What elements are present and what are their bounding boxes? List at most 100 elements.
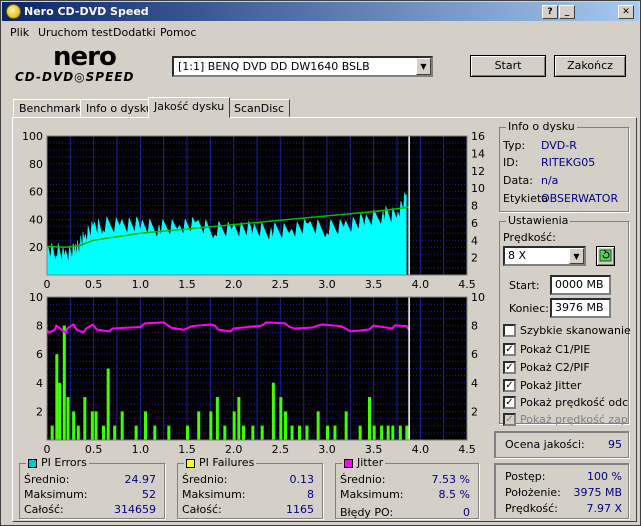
chart-1-bar bbox=[237, 397, 241, 440]
end-field-label: Koniec: bbox=[509, 302, 549, 315]
chart-0-y2-tick-label: 8 bbox=[471, 200, 478, 213]
pi-errors-swatch bbox=[28, 458, 37, 468]
po-errors-value: 0 bbox=[463, 506, 470, 519]
chart-1-x-tick-label: 2.5 bbox=[272, 443, 290, 456]
chart-1-x-tick-label: 3.5 bbox=[365, 443, 383, 456]
jitter-avg-label: Średnio: bbox=[340, 473, 386, 486]
quick-scan-checkbox[interactable] bbox=[503, 324, 516, 337]
tab-info-o-dysku[interactable]: Info o dysku bbox=[80, 99, 159, 117]
chart-1-bar bbox=[90, 411, 94, 440]
chart-1-bar bbox=[76, 425, 80, 440]
logo-subtitle: CD-DVD◎SPEED bbox=[15, 70, 135, 84]
drive-select[interactable]: [1:1] BENQ DVD DD DW1640 BSLB ▼ bbox=[172, 56, 433, 77]
pi-failures-group: PI Failures Średnio: 0.13 Maksimum: 8 Ca… bbox=[177, 456, 323, 519]
title-bar[interactable]: Nero CD-DVD Speed ? _ ✕ bbox=[2, 2, 639, 21]
menu-uruchom-test[interactable]: Uruchom test bbox=[38, 26, 113, 39]
chart-1-bar bbox=[72, 411, 76, 440]
tab-scandisc[interactable]: ScanDisc bbox=[228, 99, 291, 117]
show-c2-pif-checkbox[interactable]: ✓ bbox=[503, 361, 516, 374]
chart-1-bar bbox=[50, 425, 54, 440]
help-icon[interactable]: ? bbox=[542, 5, 558, 19]
chart-1-bar bbox=[106, 368, 110, 440]
disc-id-value: RITEKG05 bbox=[541, 156, 596, 169]
pi-errors-total-value: 314659 bbox=[114, 503, 156, 516]
chart-1-bar bbox=[197, 411, 201, 440]
chart-0-y-tick-label: 40 bbox=[29, 213, 43, 226]
chart-0-y2-tick-label: 10 bbox=[471, 182, 485, 195]
progress-label: Postęp: bbox=[505, 470, 546, 483]
chart-1-bar bbox=[251, 425, 255, 440]
chart-1-y2-tick-label: 2 bbox=[471, 405, 478, 418]
disc-type-value: DVD-R bbox=[541, 139, 577, 152]
pi-failures-avg-label: Średnio: bbox=[182, 473, 228, 486]
end-button[interactable]: Zakończ bbox=[554, 55, 626, 77]
show-jitter-checkbox[interactable]: ✓ bbox=[503, 379, 516, 392]
disc-date-label: Data: bbox=[503, 174, 533, 187]
quality-charts: 0 0.5 1.0 1.5 2.0 2.5 3.0 3.5 4.0 4.5204060801002… bbox=[22, 130, 485, 456]
pi-errors-group: PI Errors Średnio: 24.97 Maksimum: 52 Ca… bbox=[19, 456, 165, 519]
show-read-speed-checkbox[interactable]: ✓ bbox=[503, 396, 516, 409]
start-field-label: Start: bbox=[509, 279, 540, 292]
chart-1-bar bbox=[209, 411, 213, 440]
chart-0-y2-tick-label: 12 bbox=[471, 165, 485, 178]
jitter-max-value: 8.5 % bbox=[438, 488, 470, 501]
show-c2-pif-label: Pokaż C2/PIF bbox=[520, 361, 590, 374]
chevron-down-icon[interactable]: ▼ bbox=[569, 248, 584, 264]
chart-0-x-tick-label: 2.0 bbox=[225, 278, 243, 291]
chart-0-x-tick-label: 0 bbox=[44, 278, 51, 291]
menu-plik[interactable]: Plik bbox=[10, 26, 29, 39]
chart-0-x-tick-label: 1.0 bbox=[132, 278, 150, 291]
pi-errors-avg-label: Średnio: bbox=[24, 473, 70, 486]
minimize-button[interactable]: _ bbox=[559, 5, 575, 19]
chart-1-bar bbox=[55, 354, 59, 440]
jitter-title: Jitter bbox=[342, 456, 386, 469]
pi-failures-max-value: 8 bbox=[307, 488, 314, 501]
menu-pomoc[interactable]: Pomoc bbox=[160, 26, 196, 39]
chart-1-bar bbox=[260, 425, 264, 440]
chart-0-y2-tick-label: 4 bbox=[471, 234, 478, 247]
po-errors-label: Błędy PO: bbox=[340, 506, 394, 519]
end-field[interactable]: 3976 MB bbox=[550, 298, 611, 318]
show-c1-pie-checkbox[interactable]: ✓ bbox=[503, 343, 516, 356]
quality-score-value: 95 bbox=[608, 438, 622, 451]
chart-0-y-tick-label: 20 bbox=[29, 241, 43, 254]
chart-1-bar bbox=[298, 425, 301, 440]
chart-1-y2-tick-label: 10 bbox=[471, 291, 485, 304]
chart-1-bar bbox=[62, 325, 66, 440]
chart-1-bar bbox=[398, 425, 402, 440]
nero-logo: nero CD-DVD◎SPEED bbox=[13, 42, 163, 86]
quality-score-box: Ocena jakości: 95 bbox=[494, 431, 629, 458]
pi-errors-max-label: Maksimum: bbox=[24, 488, 88, 501]
jitter-swatch bbox=[344, 458, 353, 468]
chart-1-x-tick-label: 1.5 bbox=[178, 443, 196, 456]
chart-1-bar bbox=[167, 425, 171, 440]
chevron-down-icon[interactable]: ▼ bbox=[416, 58, 431, 75]
chart-1-bar bbox=[242, 425, 245, 440]
chart-1-bar bbox=[271, 382, 275, 440]
chart-1-x-tick-label: 4.5 bbox=[458, 443, 476, 456]
menu-dodatki[interactable]: Dodatki bbox=[113, 26, 156, 39]
close-button[interactable]: ✕ bbox=[618, 5, 634, 19]
chart-0-x-tick-label: 1.5 bbox=[178, 278, 196, 291]
chart-1-bar bbox=[386, 425, 390, 440]
start-button[interactable]: Start bbox=[470, 55, 546, 77]
tab-benchmark[interactable]: Benchmark bbox=[13, 99, 88, 117]
chart-1-x-tick-label: 0 bbox=[44, 443, 51, 456]
chart-1-bar bbox=[405, 425, 409, 440]
refresh-icon[interactable] bbox=[596, 246, 615, 266]
show-write-speed-checkbox: ✓ bbox=[503, 413, 516, 426]
pi-failures-max-label: Maksimum: bbox=[182, 488, 246, 501]
chart-0-y2-tick-label: 16 bbox=[471, 130, 485, 143]
chart-1-bar bbox=[144, 411, 147, 440]
speed-select[interactable]: 8 X ▼ bbox=[503, 246, 586, 266]
start-field[interactable]: 0000 MB bbox=[550, 275, 611, 295]
tab-jakosc-dysku[interactable]: Jakość dysku bbox=[148, 97, 231, 118]
chart-1-bar bbox=[305, 425, 309, 440]
chart-1-bar bbox=[284, 411, 287, 440]
chart-1-bar bbox=[368, 397, 371, 440]
chart-1-x-tick-label: 0.5 bbox=[85, 443, 103, 456]
settings-group: Ustawienia Prędkość: 8 X ▼ Start: 0000 M… bbox=[499, 214, 631, 426]
chart-0-x-tick-label: 3.0 bbox=[318, 278, 336, 291]
chart-0-x-tick-label: 2.5 bbox=[272, 278, 290, 291]
chart-0-y-tick-label: 80 bbox=[29, 158, 43, 171]
